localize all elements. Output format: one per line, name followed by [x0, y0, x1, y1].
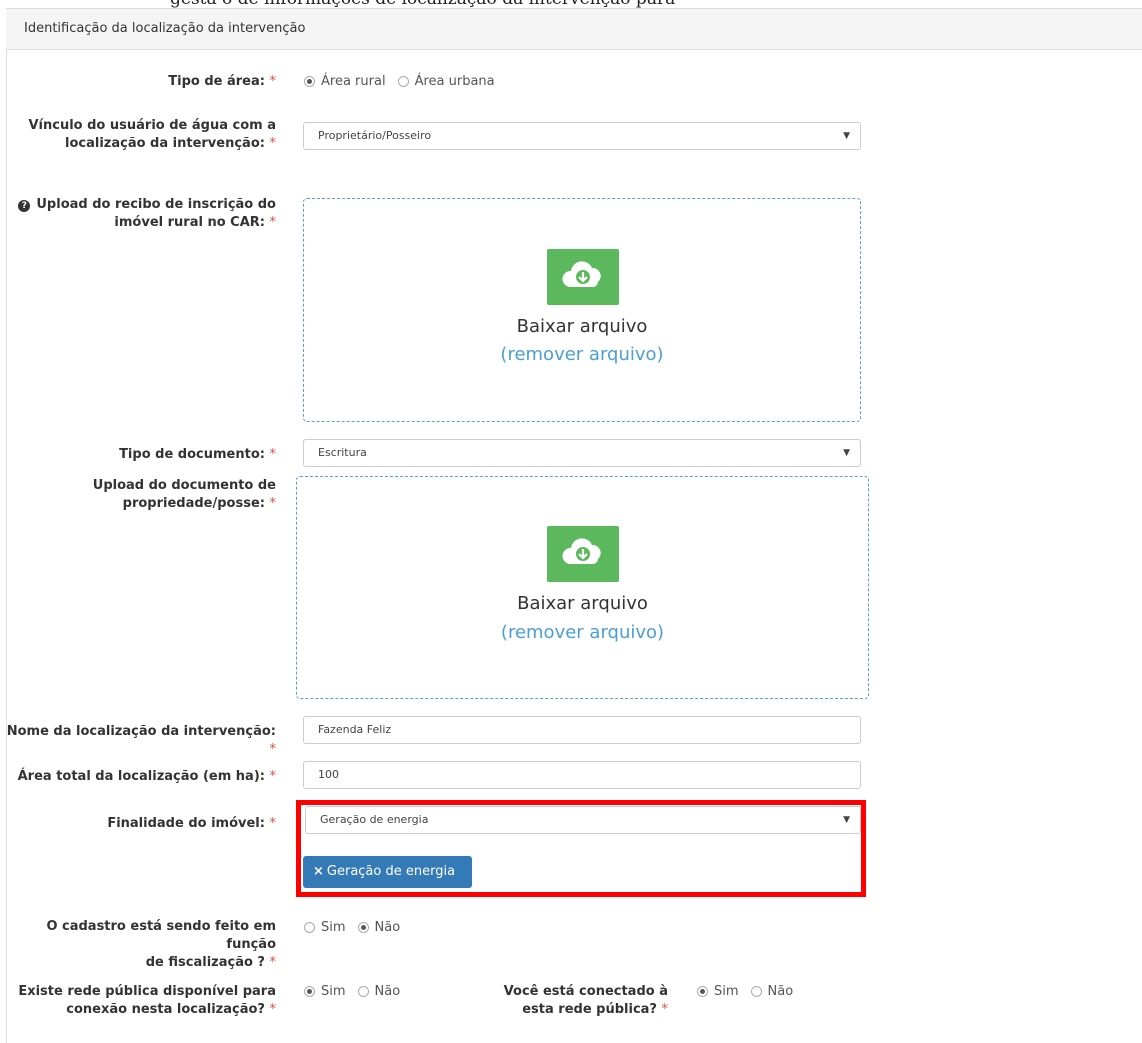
- question-circle-icon[interactable]: ?: [18, 200, 31, 212]
- finalidade-label: Finalidade do imóvel: *: [107, 816, 276, 831]
- vinculo-label: Vínculo do usuário de água com a localiz…: [28, 118, 276, 151]
- nome-localizacao-input[interactable]: Fazenda Feliz: [303, 716, 861, 744]
- tipo-documento-label: Tipo de documento: *: [119, 447, 276, 462]
- tipo-area-label: Tipo de área: *: [168, 74, 276, 89]
- cloud-download-icon[interactable]: [547, 526, 619, 582]
- area-total-label: Área total da localização (em ha): *: [17, 769, 276, 784]
- panel-heading: Identificação da localização da interven…: [6, 9, 1142, 50]
- rede-publica-label: Existe rede pública disponível para cone…: [18, 984, 276, 1017]
- radio-fiscalizacao-sim[interactable]: [304, 922, 315, 933]
- radio-rede-nao[interactable]: [357, 986, 369, 997]
- download-file-text[interactable]: Baixar arquivo: [297, 593, 868, 614]
- caret-down-icon: ▼: [843, 448, 850, 458]
- rede-publica-radio-group: Sim Não: [304, 984, 412, 999]
- radio-conectado-sim[interactable]: [697, 986, 708, 997]
- area-total-input[interactable]: 100: [303, 761, 861, 789]
- tipo-documento-select[interactable]: Escritura ▼: [303, 439, 861, 467]
- radio-fiscalizacao-nao[interactable]: [357, 922, 369, 933]
- upload-propriedade-dropzone[interactable]: Baixar arquivo (remover arquivo): [296, 476, 869, 699]
- download-file-text[interactable]: Baixar arquivo: [304, 316, 860, 337]
- tipo-area-radio-group: Área rural Área urbana: [304, 74, 507, 89]
- panel-title: Identificação da localização da interven…: [24, 21, 306, 36]
- fiscalizacao-radio-group: Sim Não: [304, 920, 412, 935]
- page-header-fragment: gesta o de informações de localização da…: [0, 0, 1142, 8]
- upload-propriedade-label: Upload do documento de propriedade/posse…: [92, 478, 276, 511]
- highlight-box: [296, 800, 866, 897]
- remove-file-link[interactable]: (remover arquivo): [297, 622, 868, 643]
- radio-area-urbana[interactable]: [397, 76, 409, 87]
- radio-rede-sim[interactable]: [304, 986, 315, 997]
- radio-conectado-nao[interactable]: [750, 986, 762, 997]
- conectado-radio-group: Sim Não: [697, 984, 805, 999]
- upload-car-label: ? Upload do recibo de inscrição do imóvel…: [18, 196, 276, 232]
- radio-area-rural[interactable]: [304, 76, 315, 87]
- caret-down-icon: ▼: [843, 131, 850, 141]
- upload-car-dropzone[interactable]: Baixar arquivo (remover arquivo): [303, 198, 861, 422]
- fiscalizacao-label: O cadastro está sendo feito em função de…: [46, 919, 276, 970]
- remove-file-link[interactable]: (remover arquivo): [304, 344, 860, 365]
- vinculo-select[interactable]: Proprietário/Posseiro ▼: [303, 122, 861, 150]
- cloud-download-icon[interactable]: [547, 249, 619, 305]
- nome-localizacao-label: Nome da localização da intervenção: *: [6, 724, 276, 757]
- conectado-label: Você está conectado à esta rede pública?…: [503, 984, 668, 1017]
